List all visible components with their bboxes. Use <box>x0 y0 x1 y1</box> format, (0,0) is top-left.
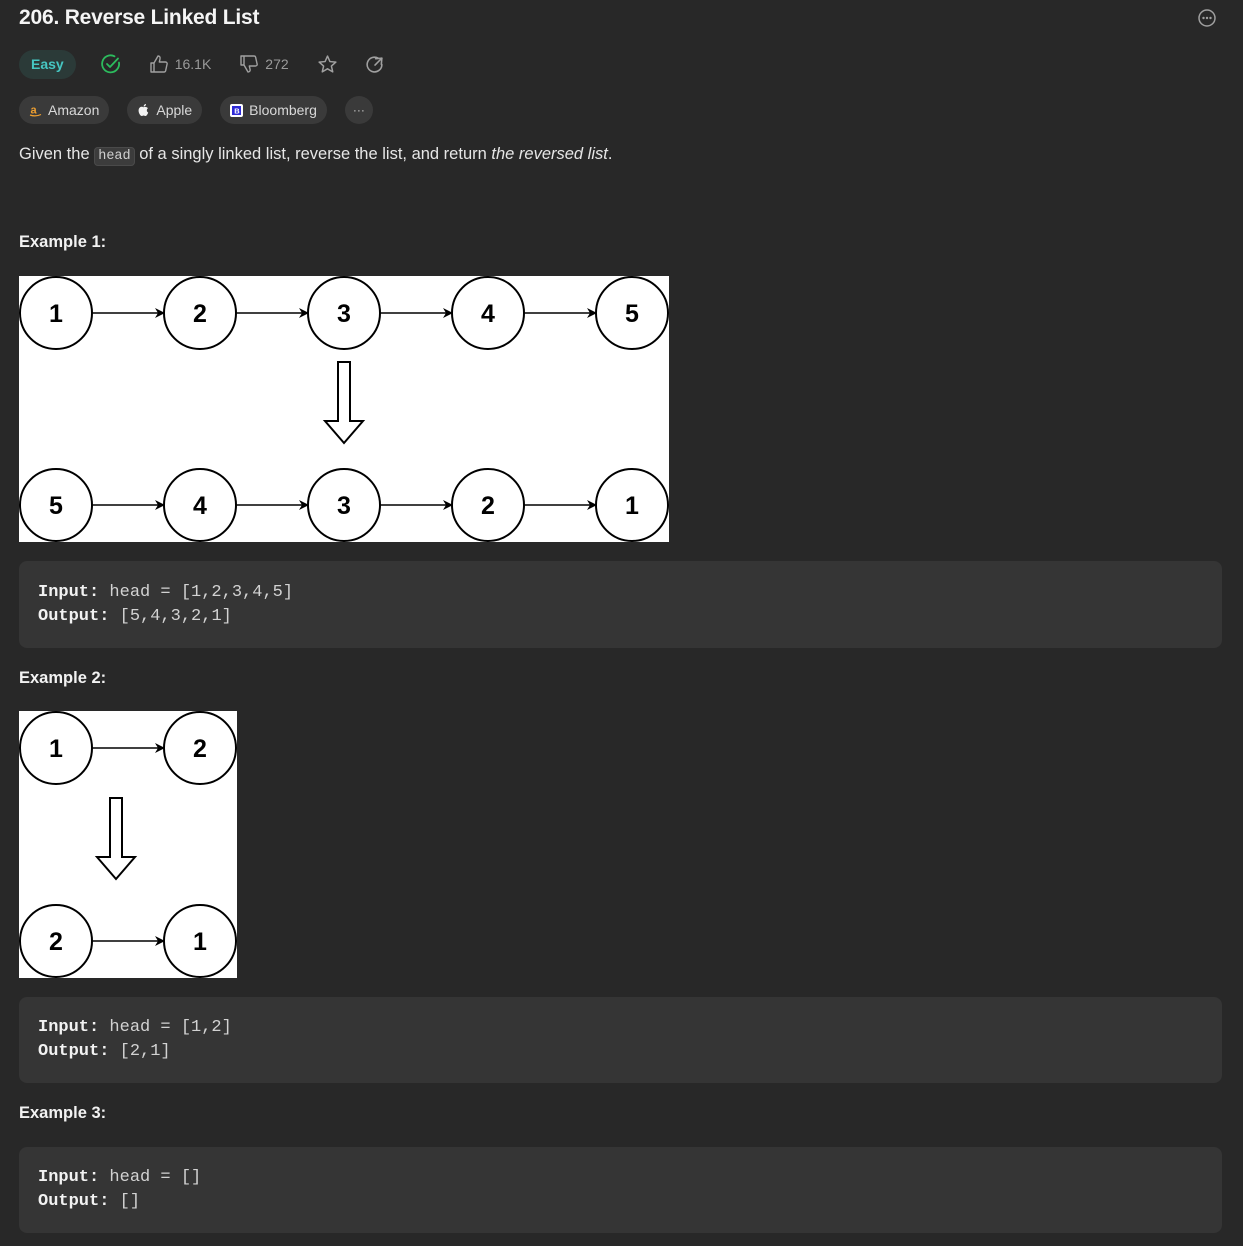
company-name: Apple <box>156 102 193 118</box>
example-3-codeblock: Input: head = [] Output: [] <box>19 1147 1222 1233</box>
description-text: of a singly linked list, reverse the lis… <box>134 145 492 163</box>
output-value: [2,1] <box>109 1042 171 1061</box>
input-label: Input: <box>38 1168 100 1187</box>
thumbs-down-icon <box>240 55 259 73</box>
top-list: 1 2 3 4 5 <box>19 276 669 350</box>
output-value: [] <box>109 1192 141 1211</box>
example-3-title: Example 3: <box>19 1104 107 1122</box>
company-name: Bloomberg <box>249 102 317 118</box>
node-value: 4 <box>193 492 207 520</box>
input-label: Input: <box>38 583 100 602</box>
dislike-count: 272 <box>265 56 289 72</box>
example-2-figure: 1 2 2 1 <box>19 711 237 978</box>
company-tag-amazon[interactable]: a Amazon <box>19 96 110 124</box>
output-label: Output: <box>38 1042 110 1061</box>
input-value: head = [1,2] <box>99 1018 232 1037</box>
down-arrow-icon <box>94 797 138 881</box>
star-icon[interactable] <box>317 54 338 75</box>
company-tag-apple[interactable]: Apple <box>127 96 203 124</box>
example-2-title: Example 2: <box>19 669 107 687</box>
node-value: 1 <box>625 492 639 520</box>
example-1-codeblock: Input: head = [1,2,3,4,5] Output: [5,4,3… <box>19 561 1222 648</box>
amazon-logo-icon: a <box>29 104 42 117</box>
node-value: 5 <box>49 492 63 520</box>
node-value: 3 <box>337 492 351 520</box>
difficulty-badge[interactable]: Easy <box>19 49 76 79</box>
node-value: 4 <box>481 300 495 328</box>
problem-meta-row: Easy 16.1K 272 <box>19 49 385 79</box>
output-value: [5,4,3,2,1] <box>109 607 232 626</box>
node-value: 2 <box>193 300 207 328</box>
more-companies-label: ··· <box>352 103 365 117</box>
svg-text:B: B <box>234 106 240 115</box>
input-value: head = [] <box>99 1168 202 1187</box>
like-count: 16.1K <box>174 56 212 72</box>
inline-code-head: head <box>94 147 135 166</box>
node-value: 1 <box>193 928 207 956</box>
problem-title: 206. Reverse Linked List <box>19 6 260 29</box>
solved-check-icon <box>100 54 120 74</box>
node-value: 3 <box>337 300 351 328</box>
node-value: 2 <box>49 928 63 956</box>
node-value: 2 <box>193 735 207 763</box>
thumbs-up-icon <box>150 55 168 73</box>
bottom-list: 5 4 3 2 1 <box>19 468 669 542</box>
svg-text:a: a <box>31 104 38 116</box>
company-tag-bloomberg[interactable]: B Bloomberg <box>220 96 327 124</box>
input-label: Input: <box>38 1018 100 1037</box>
output-label: Output: <box>38 1192 110 1211</box>
example-1-title: Example 1: <box>19 233 107 251</box>
problem-description: Given the head of a singly linked list, … <box>19 145 613 166</box>
output-label: Output: <box>38 607 110 626</box>
more-companies-button[interactable]: ··· <box>344 96 373 124</box>
company-name: Amazon <box>48 102 100 118</box>
more-options-icon[interactable] <box>1197 8 1217 28</box>
like-button[interactable]: 16.1K <box>149 54 212 74</box>
down-arrow-icon <box>322 361 366 445</box>
node-value: 5 <box>625 300 639 328</box>
input-value: head = [1,2,3,4,5] <box>99 583 294 602</box>
dislike-button[interactable]: 272 <box>239 54 289 74</box>
description-emphasis: the reversed list <box>491 145 608 163</box>
node-value: 1 <box>49 300 63 328</box>
node-value: 2 <box>481 492 495 520</box>
node-value: 1 <box>49 735 63 763</box>
share-icon[interactable] <box>364 54 385 75</box>
example-2-codeblock: Input: head = [1,2] Output: [2,1] <box>19 997 1222 1083</box>
apple-logo-icon <box>137 103 150 117</box>
example-1-figure: 1 2 3 4 5 5 4 3 2 1 <box>19 276 669 542</box>
description-text: . <box>607 145 613 163</box>
company-tags: a Amazon Apple B Bloomberg ··· <box>19 96 391 124</box>
description-text: Given the <box>19 145 95 163</box>
bloomberg-logo-icon: B <box>230 103 244 117</box>
